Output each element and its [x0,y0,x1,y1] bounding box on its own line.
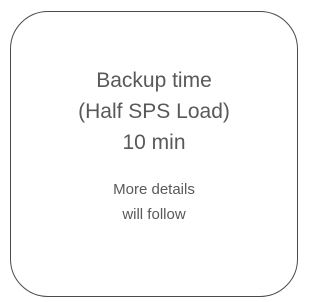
card-note-line-1: More details [113,181,195,198]
info-card: Backup time (Half SPS Load) 10 min More … [10,11,298,297]
card-title-line-1: Backup time [96,69,212,92]
backup-time-value: 10 min [122,131,186,154]
card-note-line-2: will follow [122,206,186,223]
card-title-line-2: (Half SPS Load) [78,100,230,123]
